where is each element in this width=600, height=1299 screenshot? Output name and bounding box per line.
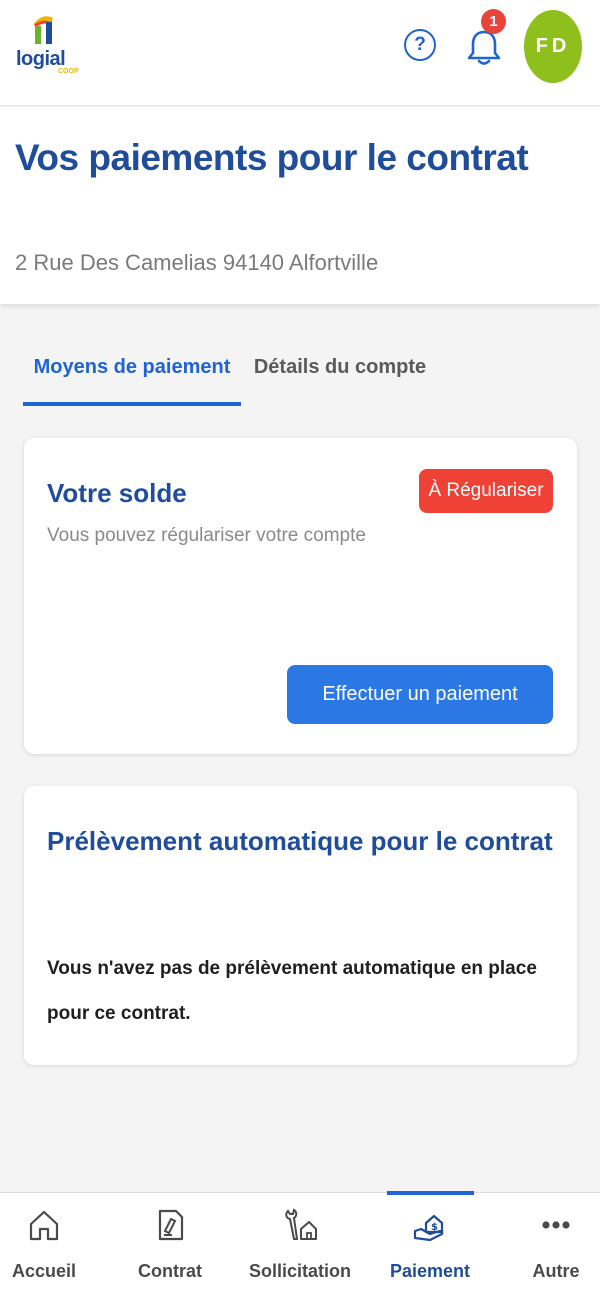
- logial-logo[interactable]: logial COOP: [14, 14, 84, 78]
- balance-card: Votre solde À Régulariser Vous pouvez ré…: [24, 438, 577, 754]
- contract-icon: [158, 1209, 184, 1241]
- app-header: logial COOP ? 1 FD: [0, 0, 600, 106]
- nav-payment[interactable]: $ Paiement: [380, 1193, 480, 1299]
- nav-more-label: Autre: [532, 1261, 580, 1281]
- nav-more[interactable]: Autre: [512, 1193, 600, 1299]
- logo-subtext: COOP: [58, 68, 79, 75]
- help-icon: ?: [414, 34, 426, 55]
- nav-home[interactable]: Accueil: [0, 1193, 88, 1299]
- direct-debit-title: Prélèvement automatique pour le contrat: [47, 826, 553, 856]
- contract-address: 2 Rue Des Camelias 94140 Alfortville: [15, 250, 379, 275]
- page-title: Vos paiements pour le contrat: [15, 137, 529, 178]
- notification-badge: 1: [481, 9, 506, 34]
- bell-icon: [467, 30, 501, 65]
- nav-request-label: Sollicitation: [248, 1261, 351, 1281]
- balance-title: Votre solde: [47, 478, 187, 508]
- balance-subtitle: Vous pouvez régulariser votre compte: [47, 525, 366, 546]
- nav-request[interactable]: Sollicitation: [240, 1193, 360, 1299]
- help-button[interactable]: ?: [404, 29, 436, 61]
- tab-account-details[interactable]: Détails du compte: [250, 356, 430, 406]
- bottom-nav: Accueil Contrat Sollicitation $ Paiement: [0, 1191, 600, 1299]
- more-icon: [542, 1221, 570, 1229]
- direct-debit-card: Prélèvement automatique pour le contrat …: [24, 786, 577, 1065]
- nav-home-label: Accueil: [11, 1261, 77, 1281]
- status-badge: À Régulariser: [419, 469, 553, 513]
- user-avatar[interactable]: FD: [524, 10, 582, 83]
- notifications-button[interactable]: [466, 28, 502, 68]
- request-icon: [285, 1208, 317, 1240]
- direct-debit-text: Vous n'avez pas de prélèvement automatiq…: [47, 958, 537, 1024]
- tab-payment-methods[interactable]: Moyens de paiement: [23, 356, 241, 406]
- title-section: Vos paiements pour le contrat 2 Rue Des …: [0, 107, 600, 304]
- home-icon: [29, 1210, 59, 1241]
- nav-contract-label: Contrat: [138, 1261, 202, 1281]
- nav-payment-label: Paiement: [389, 1261, 471, 1281]
- payment-icon: $: [413, 1214, 444, 1242]
- nav-contract[interactable]: Contrat: [120, 1193, 220, 1299]
- logo-mark-icon: [34, 16, 54, 44]
- make-payment-button[interactable]: Effectuer un paiement: [287, 665, 553, 724]
